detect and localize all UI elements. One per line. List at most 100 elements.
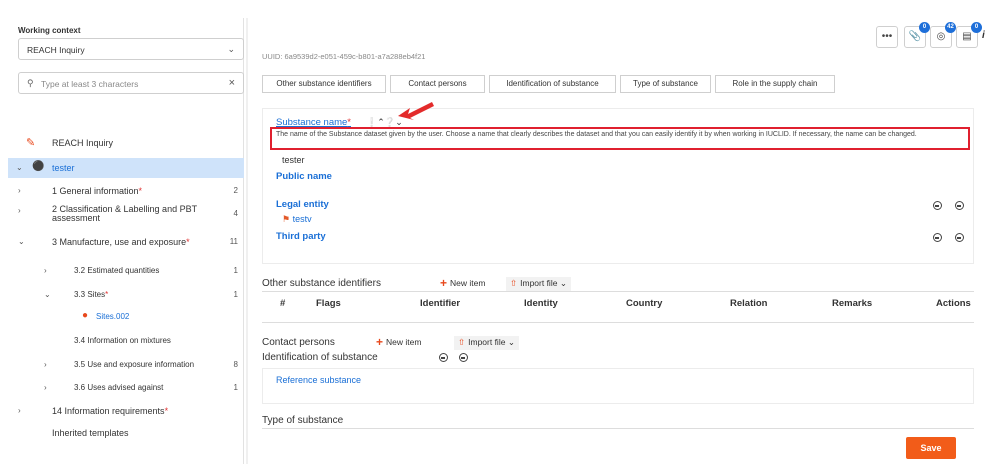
working-context-label: Working context	[18, 26, 81, 35]
uuid-label: UUID: 6a9539d2-e051-459c-b801-a7a288eb4f…	[262, 52, 426, 61]
contact-persons-title: Contact persons	[262, 337, 335, 348]
import-file-label: Import file	[520, 278, 558, 288]
tasks-badge: 0	[971, 22, 982, 33]
identification-remove-icon[interactable]	[439, 353, 448, 362]
tree-item-count: 4	[233, 209, 238, 218]
identification-title: Identification of substance	[262, 352, 378, 363]
tree-item-label: 3 Manufacture, use and exposure	[52, 237, 187, 247]
tree-item-count: 1	[233, 383, 238, 392]
tree-item-mixtures[interactable]: 3.4 Information on mixtures	[8, 331, 244, 351]
select-legal-entity-icon[interactable]	[955, 201, 964, 210]
divider	[262, 322, 974, 323]
annotations-badge: 42	[945, 22, 956, 33]
reference-substance-link[interactable]: Reference substance	[276, 375, 361, 385]
tree-item-label: tester	[52, 163, 75, 173]
remove-legal-entity-icon[interactable]	[933, 201, 942, 210]
legal-entity-value[interactable]: ⚑ testv	[282, 214, 312, 225]
tree-item-label: 3.4 Information on mixtures	[74, 336, 171, 345]
more-label: •••	[881, 31, 893, 42]
tree-item-count: 1	[233, 266, 238, 275]
chevron-right-icon[interactable]: ›	[44, 360, 47, 369]
tree-item-sites[interactable]: ⌄ 3.3 Sites* 1	[8, 285, 244, 305]
tree-item-label: 3.2 Estimated quantities	[74, 266, 160, 275]
substance-name-value[interactable]: tester	[282, 155, 305, 165]
required-marker: *	[105, 290, 109, 299]
tree-item-use-exposure[interactable]: › 3.5 Use and exposure information 8	[8, 355, 244, 375]
divider	[262, 428, 974, 429]
chevron-right-icon[interactable]: ›	[18, 406, 21, 415]
tree-item-label: Inherited templates	[52, 428, 129, 438]
tree-item-estimated-quantities[interactable]: › 3.2 Estimated quantities 1	[8, 261, 244, 281]
working-context-select[interactable]: REACH Inquiry ⌄	[18, 38, 244, 60]
target-icon: ◎	[936, 31, 946, 42]
red-pointer-arrow-icon	[398, 102, 434, 120]
tree-item-manufacture[interactable]: ⌄ 3 Manufacture, use and exposure* 11	[8, 232, 244, 252]
tree-item-tester[interactable]: ⌄ ⚫ tester	[8, 158, 244, 178]
chevron-right-icon[interactable]: ›	[18, 206, 21, 215]
tree-item-information-requirements[interactable]: › 14 Information requirements*	[8, 401, 244, 421]
import-file-button[interactable]: ⇧ Import file ⌄	[506, 277, 571, 291]
save-button[interactable]: Save	[906, 437, 956, 459]
contact-new-item-button[interactable]: + New item	[376, 335, 421, 349]
panel-splitter[interactable]	[246, 18, 248, 464]
tree-item-label: REACH Inquiry	[52, 138, 114, 148]
chevron-down-icon: ⌄	[507, 337, 515, 347]
contact-import-file-button[interactable]: ⇧ Import file ⌄	[454, 336, 519, 350]
chevron-right-icon[interactable]: ›	[18, 186, 21, 195]
record-dot-icon: ●	[82, 310, 89, 321]
chevron-down-icon[interactable]: ⌄	[44, 290, 51, 299]
more-actions-button[interactable]: •••	[876, 26, 898, 48]
identification-select-icon[interactable]	[459, 353, 468, 362]
other-identifiers-title: Other substance identifiers	[262, 278, 381, 289]
column-header-country: Country	[626, 298, 663, 309]
attachments-button[interactable]: 📎 0	[904, 22, 930, 48]
remove-third-party-icon[interactable]	[933, 233, 942, 242]
tree-item-label: Sites.002	[96, 312, 130, 321]
chevron-right-icon[interactable]: ›	[44, 266, 47, 275]
divider	[262, 291, 974, 292]
tree-item-count: 1	[233, 290, 238, 299]
tab-role-in-supply-chain[interactable]: Role in the supply chain	[715, 75, 835, 93]
tab-type-of-substance[interactable]: Type of substance	[620, 75, 711, 93]
chevron-right-icon[interactable]: ›	[44, 383, 47, 392]
clear-icon[interactable]: ×	[229, 77, 235, 89]
annotations-button[interactable]: ◎ 42	[930, 22, 956, 48]
tab-identification-of-substance[interactable]: Identification of substance	[489, 75, 616, 93]
upload-icon: ⇧	[510, 278, 518, 288]
column-header-remarks: Remarks	[832, 298, 873, 309]
legal-entity-label: Legal entity	[276, 199, 329, 210]
chevron-down-icon[interactable]: ⌄	[18, 237, 25, 246]
tree-item-label: 3.5 Use and exposure information	[74, 360, 195, 369]
tree-item-inherited-templates[interactable]: Inherited templates	[8, 423, 244, 443]
tab-contact-persons[interactable]: Contact persons	[390, 75, 485, 93]
tree-item-general-information[interactable]: › 1 General information* 2	[8, 181, 244, 201]
tree-item-classification[interactable]: › 2 Classification & Labelling and PBT a…	[8, 201, 244, 229]
required-marker: *	[186, 237, 190, 247]
select-third-party-icon[interactable]	[955, 233, 964, 242]
column-header-identifier: Identifier	[420, 298, 461, 309]
new-item-label: New item	[386, 337, 422, 347]
plus-icon: +	[376, 335, 384, 349]
plus-icon: +	[440, 276, 448, 290]
tree-item-label: 14 Information requirements	[52, 406, 165, 416]
legal-entity-name: testv	[292, 214, 312, 224]
new-item-button[interactable]: + New item	[440, 276, 485, 290]
public-name-label: Public name	[276, 171, 332, 182]
info-icon[interactable]: i	[982, 30, 985, 41]
chevron-down-icon[interactable]: ⌄	[16, 163, 23, 172]
search-icon: ⚲	[27, 78, 34, 88]
tree-item-label-line2: assessment	[52, 213, 101, 223]
legal-entity-icon: ⚑	[282, 214, 291, 224]
tree-item-reach-inquiry[interactable]: ✎ REACH Inquiry	[8, 133, 244, 153]
tasks-button[interactable]: ▤ 0	[956, 22, 982, 48]
navigation-search-input[interactable]: ⚲ Type at least 3 characters ×	[18, 72, 244, 94]
required-marker: *	[138, 186, 143, 196]
substance-name-tooltip: The name of the Substance dataset given …	[270, 127, 970, 150]
edit-document-icon: ✎	[26, 137, 36, 149]
tab-other-substance-identifiers[interactable]: Other substance identifiers	[262, 75, 386, 93]
tree-item-uses-advised-against[interactable]: › 3.6 Uses advised against 1	[8, 378, 244, 398]
tree-item-sites-002[interactable]: ● Sites.002	[8, 307, 244, 327]
tree-item-count: 2	[233, 186, 238, 195]
upload-icon: ⇧	[458, 337, 466, 347]
paperclip-icon: 📎	[908, 31, 922, 42]
